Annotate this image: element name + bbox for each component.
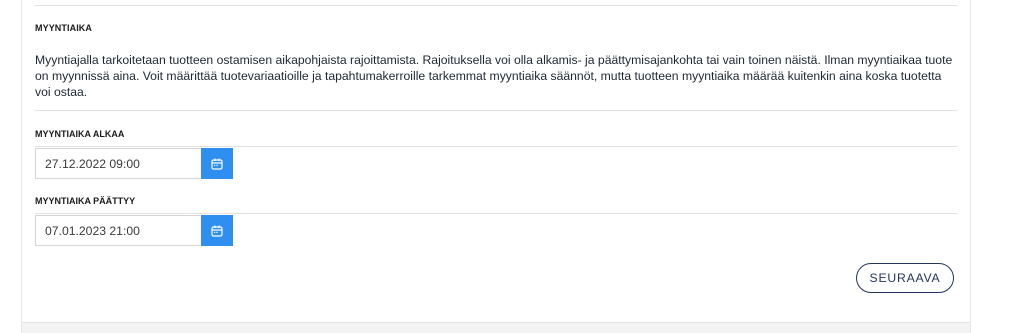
calendar-icon (211, 225, 223, 237)
section-title: MYYNTIAIKA (35, 23, 92, 33)
sales-time-panel: MYYNTIAIKA Myyntiajalla tarkoitetaan tuo… (21, 0, 971, 322)
start-date-input[interactable] (35, 148, 200, 179)
start-date-label: MYYNTIAIKA ALKAA (35, 129, 125, 139)
section-description: Myyntiajalla tarkoitetaan tuotteen ostam… (35, 53, 953, 99)
field-divider (35, 213, 957, 214)
calendar-icon (211, 158, 223, 170)
divider (35, 110, 957, 111)
end-date-label: MYYNTIAIKA PÄÄTTYY (35, 196, 136, 206)
end-date-input[interactable] (35, 215, 200, 246)
end-date-calendar-button[interactable] (201, 215, 233, 246)
start-date-calendar-button[interactable] (201, 148, 233, 179)
field-divider (35, 146, 957, 147)
next-button[interactable]: SEURAAVA (856, 263, 954, 293)
divider (35, 5, 957, 6)
footer-band (21, 322, 971, 333)
